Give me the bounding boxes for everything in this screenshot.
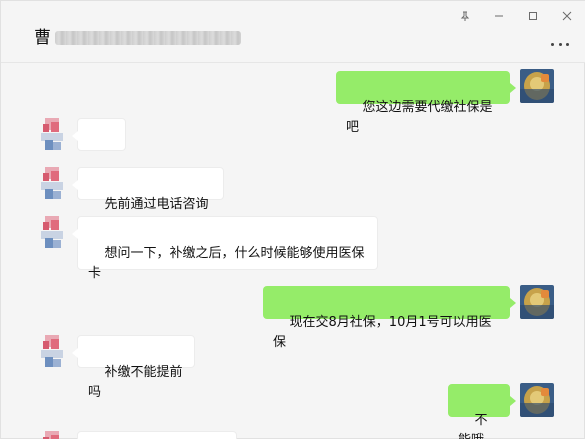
chat-header: 曹 bbox=[1, 1, 585, 63]
contact-name: 曹 bbox=[34, 28, 51, 48]
maximize-icon[interactable] bbox=[526, 9, 540, 23]
close-icon[interactable] bbox=[560, 9, 574, 23]
message-bubble-outgoing[interactable]: 不能哦 bbox=[448, 384, 516, 439]
message-bubble-incoming[interactable]: 补缴不能提前吗 bbox=[72, 335, 195, 400]
message-text: 想问一下，补缴之后，什么时候能够使用医保 卡 bbox=[88, 246, 365, 281]
message-bubble-incoming[interactable]: 是的 bbox=[72, 118, 126, 183]
message-bubble-incoming[interactable]: 想问一下，补缴之后，什么时候能够使用医保 卡 bbox=[72, 216, 378, 281]
contact-avatar[interactable] bbox=[39, 431, 65, 439]
chat-title: 曹 bbox=[34, 27, 241, 49]
message-bubble-incoming[interactable]: 先前通过电话咨询过 bbox=[72, 167, 224, 232]
more-icon[interactable] bbox=[551, 39, 569, 49]
contact-avatar[interactable] bbox=[39, 216, 65, 250]
message-text: 补缴不能提前吗 bbox=[88, 365, 183, 400]
pin-icon[interactable] bbox=[458, 9, 472, 23]
message-bubble-incoming-partial[interactable] bbox=[77, 431, 237, 439]
my-avatar[interactable] bbox=[520, 285, 554, 319]
my-avatar[interactable] bbox=[520, 383, 554, 417]
message-text: 不能哦 bbox=[458, 413, 488, 439]
contact-avatar[interactable] bbox=[39, 118, 65, 152]
chat-window: 曹 您这边需要代缴社保是吧 是的 先前通过电话咨询过 bbox=[0, 0, 585, 439]
message-text: 现在交8月社保，10月1号可以用医保 bbox=[273, 315, 492, 350]
contact-avatar[interactable] bbox=[39, 335, 65, 369]
contact-name-redacted bbox=[55, 31, 241, 45]
message-bubble-outgoing[interactable]: 现在交8月社保，10月1号可以用医保 bbox=[263, 286, 516, 350]
message-bubble-outgoing[interactable]: 您这边需要代缴社保是吧 bbox=[336, 71, 516, 135]
message-text: 您这边需要代缴社保是吧 bbox=[346, 100, 493, 135]
contact-avatar[interactable] bbox=[39, 167, 65, 201]
minimize-icon[interactable] bbox=[492, 9, 506, 23]
my-avatar[interactable] bbox=[520, 69, 554, 103]
